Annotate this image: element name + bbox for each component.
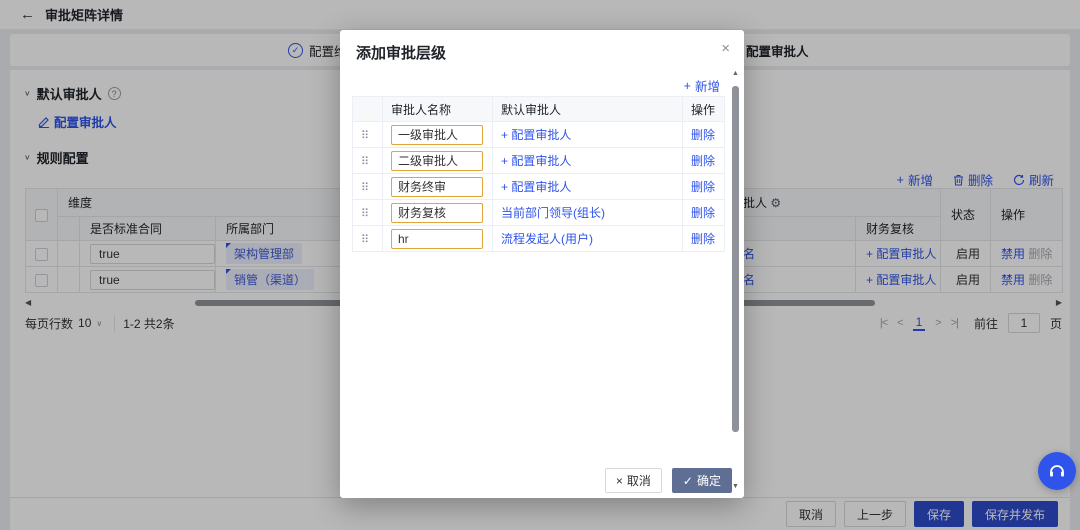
modal-title: 添加审批层级 [356,42,446,63]
help-float-button[interactable] [1038,452,1076,490]
drag-col-header [353,97,383,122]
scroll-up-icon[interactable]: ▲ [732,70,739,77]
default-approver-link[interactable]: 流程发起人(用户) [501,232,593,246]
plus-icon: + [684,79,691,93]
modal-scrollbar[interactable]: ▲ ▼ [731,70,741,490]
name-col-header: 审批人名称 [383,97,493,122]
scroll-down-icon[interactable]: ▼ [732,483,739,490]
delete-link[interactable]: 删除 [691,206,715,220]
default-approver-link[interactable]: + 配置审批人 [501,180,571,194]
modal-add-button[interactable]: + 新增 [684,76,720,95]
drag-handle-icon[interactable]: ⠿ [361,234,369,246]
modal-confirm-button[interactable]: ✓ 确定 [672,468,732,493]
default-approver-link[interactable]: 当前部门领导(组长) [501,206,605,220]
modal-scroll-thumb[interactable] [732,86,739,432]
approval-levels-table: 审批人名称 默认审批人 操作 ⠿ + 配置审批人 删除 ⠿ + 配置审批人 删除… [352,96,725,252]
delete-link[interactable]: 删除 [691,128,715,142]
drag-handle-icon[interactable]: ⠿ [361,208,369,220]
modal-add-label: 新增 [695,76,720,95]
level-name-input[interactable] [391,203,483,223]
level-row: ⠿ + 配置审批人 删除 [353,148,725,174]
level-row: ⠿ + 配置审批人 删除 [353,174,725,200]
modal-confirm-label: 确定 [697,472,721,489]
default-approver-link[interactable]: + 配置审批人 [501,128,571,142]
drag-handle-icon[interactable]: ⠿ [361,182,369,194]
modal-footer: × 取消 ✓ 确定 [605,468,732,493]
level-row: ⠿ 当前部门领导(组长) 删除 [353,200,725,226]
level-name-input[interactable] [391,177,483,197]
level-row: ⠿ 流程发起人(用户) 删除 [353,226,725,252]
action-col-header: 操作 [683,97,725,122]
close-icon: × [616,474,623,488]
delete-link[interactable]: 删除 [691,180,715,194]
check-icon: ✓ [683,474,693,488]
default-approver-link[interactable]: + 配置审批人 [501,154,571,168]
close-icon[interactable]: × [721,40,730,57]
level-name-input[interactable] [391,229,483,249]
default-col-header: 默认审批人 [493,97,683,122]
modal-cancel-button[interactable]: × 取消 [605,468,662,493]
level-row: ⠿ + 配置审批人 删除 [353,122,725,148]
delete-link[interactable]: 删除 [691,232,715,246]
add-approval-level-modal: 添加审批层级 × + 新增 审批人名称 默认审批人 操作 ⠿ + 配置审批人 删… [340,30,744,498]
modal-cancel-label: 取消 [627,472,651,489]
delete-link[interactable]: 删除 [691,154,715,168]
drag-handle-icon[interactable]: ⠿ [361,156,369,168]
headset-icon [1047,461,1067,481]
level-name-input[interactable] [391,125,483,145]
level-name-input[interactable] [391,151,483,171]
drag-handle-icon[interactable]: ⠿ [361,130,369,142]
